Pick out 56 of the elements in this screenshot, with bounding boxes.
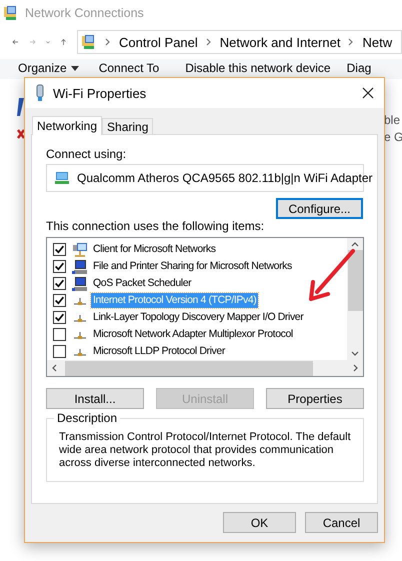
group-title: Description: [54, 411, 120, 425]
breadcrumb[interactable]: Network and Internet: [220, 34, 340, 50]
horizontal-scrollbar[interactable]: [47, 360, 363, 376]
scroll-down-icon[interactable]: [351, 351, 359, 357]
chevron-icon: [348, 38, 354, 46]
toolbar-button[interactable]: Organize: [18, 61, 79, 75]
network-adapter-icon: [54, 170, 70, 186]
dialog-button[interactable]: Cancel: [305, 512, 378, 533]
dialog-button[interactable]: OK: [223, 512, 296, 533]
chevron-icon: [105, 38, 111, 46]
adapter-name: Qualcomm Atheros QCA9565 802.11b|g|n WiFi Adapter: [77, 171, 372, 185]
tab[interactable]: Networking: [32, 116, 102, 135]
cross-icon: [17, 129, 25, 139]
list-item[interactable]: Microsoft Network Adapter Multiplexor Protocol: [91, 327, 295, 342]
checkbox[interactable]: [53, 277, 66, 290]
field-label: Connect using:: [46, 147, 128, 161]
checkbox[interactable]: [53, 345, 66, 358]
computer-icon: [72, 276, 88, 292]
checkbox[interactable]: [53, 328, 66, 341]
network-folder-icon: [3, 4, 19, 20]
list-item[interactable]: Microsoft LLDP Protocol Driver: [91, 344, 227, 359]
address-bar[interactable]: Control Panel Network and Internet Netw: [77, 30, 402, 54]
configure-button[interactable]: Configure...: [276, 198, 363, 219]
close-icon[interactable]: [362, 87, 374, 99]
checkbox[interactable]: [53, 243, 66, 256]
list-item[interactable]: QoS Packet Scheduler: [91, 276, 194, 291]
checkbox[interactable]: [53, 311, 66, 324]
description-text: Transmission Control Protocol/Internet Protocol. The default wide area network protocol that provides communication across diverse interconnected networks.: [59, 431, 352, 470]
annotation-arrow: [309, 249, 355, 301]
tab[interactable]: Sharing: [102, 118, 154, 134]
scroll-left-icon[interactable]: [51, 364, 57, 372]
list-item[interactable]: File and Printer Sharing for Microsoft Networks: [91, 259, 294, 274]
wifi-adapter-icon: [35, 84, 45, 102]
caret-icon: [70, 66, 79, 70]
toolbar-button[interactable]: Connect To: [98, 61, 160, 75]
breadcrumb[interactable]: Control Panel: [119, 34, 198, 50]
toolbar-button[interactable]: Diag: [346, 61, 372, 75]
checkbox[interactable]: [53, 260, 66, 273]
list-label: This connection uses the following items:: [46, 219, 266, 233]
computer-icon: [72, 258, 88, 274]
action-button[interactable]: Install...: [46, 388, 144, 409]
breadcrumb[interactable]: Netw: [362, 34, 392, 50]
checkbox[interactable]: [53, 294, 66, 307]
chevron-icon: [206, 38, 212, 46]
vertical-scrollbar[interactable]: [347, 238, 363, 360]
scroll-up-icon[interactable]: [351, 241, 359, 247]
adapter-text: ble: [384, 113, 402, 127]
list-item[interactable]: Link-Layer Topology Discovery Mapper I/O Driver: [91, 310, 306, 325]
network-folder-icon: [81, 34, 97, 50]
list-item[interactable]: Client for Microsoft Networks: [91, 242, 218, 257]
toolbar-button[interactable]: Disable this network device: [185, 61, 331, 75]
dialog-title: Wi-Fi Properties: [53, 86, 148, 100]
window-title: Network Connections: [25, 6, 144, 20]
scroll-right-icon[interactable]: [353, 364, 359, 372]
action-button[interactable]: Properties: [266, 388, 364, 409]
network-client-icon: [72, 242, 88, 258]
